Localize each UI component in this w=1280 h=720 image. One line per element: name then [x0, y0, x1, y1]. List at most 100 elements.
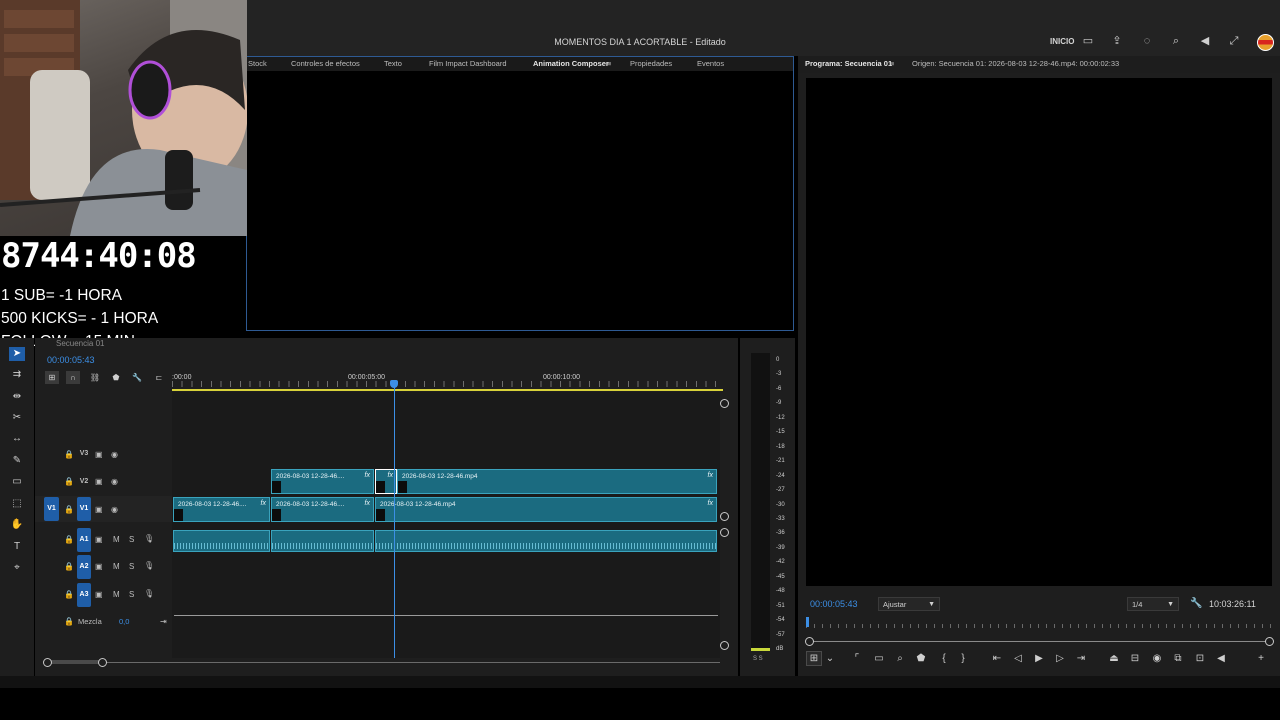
track-scroll-handle[interactable] [720, 399, 729, 408]
zoom-icon[interactable]: ⌕ [893, 653, 907, 665]
audio-clip-a1-1[interactable] [173, 530, 270, 552]
settings-wrench-icon[interactable]: 🔧 [1190, 598, 1202, 609]
mute-button[interactable]: M [113, 590, 120, 599]
insert-sequence-nest-icon[interactable]: ⊞ [45, 371, 59, 384]
selection-tool-icon[interactable]: ➤ [9, 347, 25, 361]
mark-in-bracket-icon[interactable]: { [937, 653, 951, 665]
caption-tool-icon[interactable]: ⌖ [9, 561, 25, 575]
fit-dropdown[interactable]: Ajustar ▼ [878, 597, 940, 611]
extract-icon[interactable]: ⊟ [1128, 653, 1142, 665]
film-icon[interactable]: ▣ [95, 477, 103, 486]
audio-clip-a1-2[interactable] [271, 530, 374, 552]
film-icon[interactable]: ▣ [95, 590, 103, 599]
pen-tool-icon[interactable]: ✎ [9, 454, 25, 468]
tab-source[interactable]: Origen: Secuencia 01: 2026-08-03 12-28-4… [912, 59, 1119, 68]
tab-program[interactable]: Programa: Secuencia 01 [805, 59, 892, 68]
clip-v2-2[interactable]: 2026-08-03 12-28-46.mp4 fx [397, 469, 717, 494]
go-to-in-icon[interactable]: ⇤ [990, 653, 1004, 665]
step-forward-icon[interactable]: ▷ [1053, 653, 1067, 665]
speaker-icon[interactable]: ◀ [1198, 35, 1212, 47]
clip-v2-1[interactable]: 2026-08-03 12-28-46.... fx [271, 469, 374, 494]
mute-button[interactable]: M [113, 562, 120, 571]
fx-badge[interactable]: fx [365, 500, 370, 507]
clip-v1-3[interactable]: 2026-08-03 12-28-46.mp4 fx [375, 497, 717, 522]
remix-tool-icon[interactable]: ⬚ [9, 497, 25, 511]
timeline-scroll-thumb[interactable] [47, 660, 103, 664]
solo-button[interactable]: S [129, 562, 134, 571]
fx-badge[interactable]: fx [388, 472, 393, 479]
clip-v1-1[interactable]: 2026-08-03 12-28-46.... fx [173, 497, 270, 522]
panel-layout-icon[interactable]: ▭ [1081, 35, 1095, 47]
mix-volume-value[interactable]: 0,0 [119, 617, 129, 626]
expand-icon[interactable]: ⤢ [1227, 35, 1241, 47]
audio-clip-a1-3[interactable] [375, 530, 717, 552]
ripple-edit-tool-icon[interactable]: ⇹ [9, 390, 25, 404]
timeline-timecode[interactable]: 00:00:05:43 [47, 355, 95, 365]
track-a2[interactable]: A2 [77, 555, 91, 579]
track-select-tool-icon[interactable]: ⇉ [9, 368, 25, 382]
hand-tool-icon[interactable]: ✋ [9, 518, 25, 532]
razor-tool-icon[interactable]: ✂ [9, 411, 25, 425]
film-icon[interactable]: ▣ [95, 562, 103, 571]
audio-output-icon[interactable]: ◀ [1214, 653, 1228, 665]
lock-icon[interactable]: 🔒 [64, 477, 74, 486]
microphone-icon[interactable]: 🎙 [144, 589, 154, 598]
fx-badge[interactable]: fx [365, 472, 370, 479]
go-to-out-icon[interactable]: ⇥ [1074, 653, 1088, 665]
linked-selection-icon[interactable]: ⛓ [88, 371, 102, 384]
lock-icon[interactable]: 🔒 [64, 535, 74, 544]
track-v1[interactable]: V1 [77, 497, 91, 521]
export-frame-icon[interactable]: ◉ [1150, 653, 1164, 665]
film-icon[interactable]: ▣ [95, 505, 103, 514]
multicam-icon[interactable]: ⊡ [1193, 653, 1207, 665]
captions-icon[interactable]: ⊏ [152, 371, 166, 384]
comparison-view-icon[interactable]: ⧉ [1171, 653, 1185, 665]
resolution-dropdown[interactable]: 1/4 ▼ [1127, 597, 1179, 611]
go-to-end-icon[interactable]: ⇥ [160, 617, 167, 626]
search-icon[interactable]: ⌕ [1169, 35, 1183, 47]
program-current-time[interactable]: 00:00:05:43 [810, 599, 858, 609]
program-scroll-start-handle[interactable] [805, 637, 814, 646]
program-zoom-scrollbar[interactable] [808, 641, 1270, 642]
mark-out-bracket-icon[interactable]: } [956, 653, 970, 665]
program-menu-icon[interactable]: ≡ [890, 59, 894, 68]
step-back-icon[interactable]: ◁ [1011, 653, 1025, 665]
audio-scroll-end-handle[interactable] [720, 641, 729, 650]
snap-icon[interactable]: ∩ [66, 371, 80, 384]
meter-solo-labels[interactable]: S S [753, 656, 763, 662]
fx-badge[interactable]: fx [261, 500, 266, 507]
aspect-icon[interactable]: ▭ [872, 653, 886, 665]
fx-badge[interactable]: fx [708, 500, 713, 507]
audio-scroll-handle[interactable] [720, 528, 729, 537]
playhead-handle[interactable] [390, 380, 398, 388]
add-marker-icon[interactable]: ⬟ [914, 653, 928, 665]
timeline-playhead[interactable] [394, 382, 395, 658]
chevron-down-icon[interactable]: ⌄ [823, 653, 837, 665]
add-marker-icon[interactable]: ⬟ [109, 371, 123, 384]
program-time-ruler[interactable] [806, 618, 1272, 630]
fx-badge[interactable]: fx [708, 472, 713, 479]
lock-icon[interactable]: 🔒 [64, 590, 74, 599]
track-a1[interactable]: A1 [77, 528, 91, 552]
microphone-icon[interactable]: 🎙 [144, 561, 154, 570]
add-button-icon[interactable]: + [1254, 653, 1268, 665]
share-icon[interactable]: ⇪ [1110, 35, 1124, 47]
solo-button[interactable]: S [129, 590, 134, 599]
clip-v1-2[interactable]: 2026-08-03 12-28-46.... fx [271, 497, 374, 522]
source-patch-v1[interactable]: V1 [44, 497, 59, 521]
work-area-bar[interactable] [172, 389, 723, 391]
lock-icon[interactable]: 🔒 [64, 617, 74, 626]
lock-icon[interactable]: 🔒 [64, 562, 74, 571]
lift-icon[interactable]: ⏏ [1107, 653, 1121, 665]
eye-icon[interactable]: ◉ [111, 450, 118, 459]
track-area[interactable] [172, 392, 720, 658]
scroll-end-handle[interactable] [98, 658, 107, 667]
home-button[interactable]: INICIO [1050, 37, 1074, 46]
mark-in-icon[interactable]: ⌜ [850, 653, 864, 665]
scroll-start-handle[interactable] [43, 658, 52, 667]
eye-icon[interactable]: ◉ [111, 477, 118, 486]
mute-button[interactable]: M [113, 535, 120, 544]
rectangle-tool-icon[interactable]: ▭ [9, 475, 25, 489]
program-scroll-end-handle[interactable] [1265, 637, 1274, 646]
film-icon[interactable]: ▣ [95, 450, 103, 459]
